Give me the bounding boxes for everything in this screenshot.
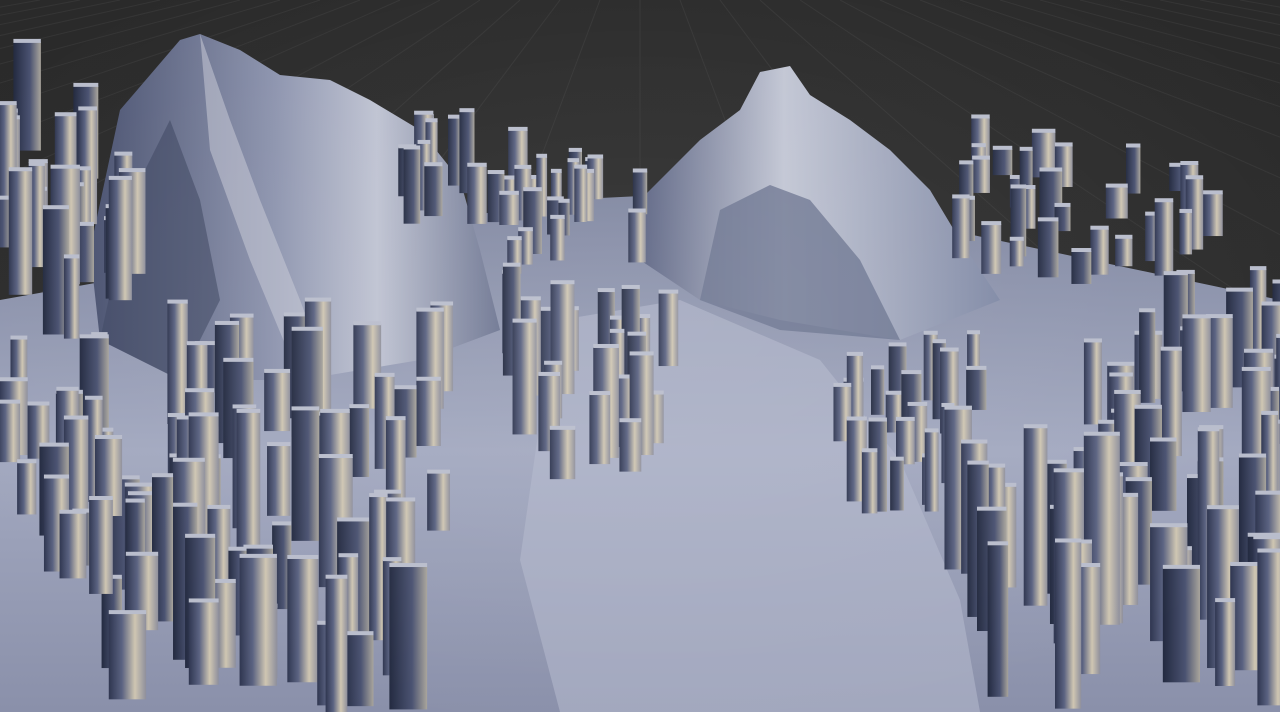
terrain-render [0, 0, 1280, 712]
3d-viewport[interactable] [0, 0, 1280, 712]
atmosphere [0, 0, 1280, 712]
